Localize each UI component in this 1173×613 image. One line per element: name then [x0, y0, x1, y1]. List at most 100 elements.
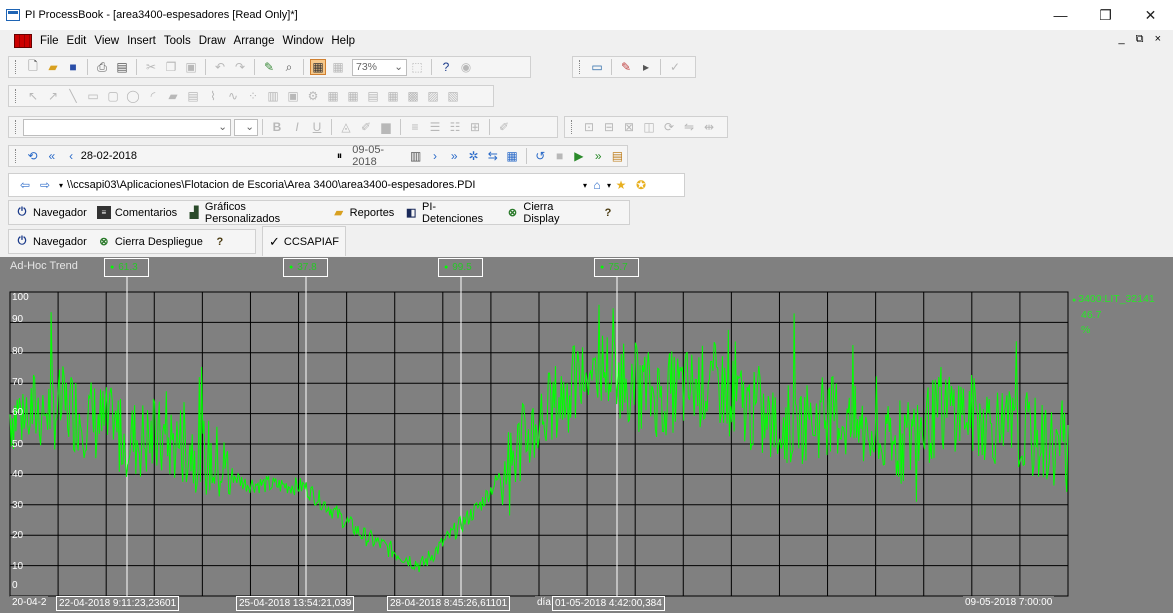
toolbar-grip[interactable] — [579, 60, 582, 74]
now-icon[interactable]: ✲ — [466, 148, 481, 164]
mdi-window-controls[interactable]: _ ⧉ × — [1118, 33, 1165, 46]
chart-wizard-icon[interactable]: ✎ — [618, 59, 634, 75]
link-cierra-despliegue[interactable]: ⊗ Cierra Despliegue — [97, 235, 203, 249]
select-arrow-icon[interactable]: ↖ — [25, 88, 41, 104]
cursor-value-4[interactable]: 75.7 — [594, 258, 639, 277]
help-link-2[interactable]: ? — [213, 235, 231, 248]
link-navegador-2[interactable]: ⏻ Navegador — [15, 235, 87, 248]
bold-icon[interactable]: B — [269, 119, 285, 135]
find-icon[interactable]: ⌕ — [281, 59, 297, 75]
ellipse-icon[interactable]: ◯ — [125, 88, 141, 104]
cut-icon[interactable]: ✂ — [143, 59, 159, 75]
print-icon[interactable]: ⎙ — [94, 59, 110, 75]
menu-tools[interactable]: Tools — [164, 35, 191, 47]
line-weight-icon[interactable]: ≡ — [407, 119, 423, 135]
trend-plot[interactable] — [0, 257, 1173, 613]
send-back-icon[interactable]: ◫ — [641, 119, 657, 135]
symbol-icon[interactable]: ⚙ — [305, 88, 321, 104]
tag-search-icon[interactable]: ✎ — [261, 59, 277, 75]
group-icon[interactable]: ⊡ — [581, 119, 597, 135]
end-time-field[interactable]: 09-05-2018 — [352, 144, 406, 168]
underline-icon[interactable]: U — [309, 119, 325, 135]
arrow-icon[interactable]: ↗ — [45, 88, 61, 104]
cursor-value-3[interactable]: 99.5 — [438, 258, 483, 277]
close-button[interactable]: ✕ — [1128, 0, 1173, 30]
trend-icon[interactable]: ∿ — [225, 88, 241, 104]
print-preview-icon[interactable]: ▤ — [114, 59, 130, 75]
align-objects-icon[interactable]: ⇹ — [701, 119, 717, 135]
line-icon[interactable]: ╲ — [65, 88, 81, 104]
toolbar-grip[interactable] — [15, 120, 18, 134]
zoom-fit-icon[interactable]: ⬚ — [409, 59, 425, 75]
record-icon[interactable]: ◉ — [458, 59, 474, 75]
xy-plot-icon[interactable]: ⁘ — [245, 88, 261, 104]
grid-icon[interactable]: ⊞ — [467, 119, 483, 135]
italic-icon[interactable]: I — [289, 119, 305, 135]
text-color-icon[interactable]: ▆ — [378, 119, 394, 135]
forward-icon[interactable]: › — [427, 148, 442, 164]
menu-draw[interactable]: Draw — [199, 35, 226, 47]
align-icon[interactable]: ☷ — [447, 119, 463, 135]
line-color-icon[interactable]: ✐ — [358, 119, 374, 135]
button-icon[interactable]: ▣ — [285, 88, 301, 104]
help-link[interactable]: ? — [601, 206, 619, 219]
ad-hoc-trend[interactable]: Ad-Hoc Trend 61.3 37.8 99.5 75.7 3400:LI… — [0, 257, 1173, 613]
font-size-select[interactable]: ⌄ — [234, 118, 258, 136]
paste-icon[interactable]: ▣ — [183, 59, 199, 75]
link-comentarios[interactable]: ≡ Comentarios — [96, 206, 177, 219]
link-cierra-display[interactable]: ⊗ Cierra Display — [506, 201, 591, 225]
run-mode-icon[interactable]: ▦ — [310, 59, 326, 75]
rotate-icon[interactable]: ⟳ — [661, 119, 677, 135]
toolbar-grip[interactable] — [15, 149, 18, 163]
undo-icon[interactable]: ↶ — [212, 59, 228, 75]
document-icon[interactable] — [14, 34, 32, 48]
rectangle-icon[interactable]: ▭ — [85, 88, 101, 104]
time-range-icon[interactable]: ⇆ — [485, 148, 500, 164]
back-far-icon[interactable]: « — [44, 148, 59, 164]
menu-arrange[interactable]: Arrange — [234, 35, 275, 47]
menu-help[interactable]: Help — [331, 35, 355, 47]
flip-icon[interactable]: ⇋ — [681, 119, 697, 135]
format-painter-icon[interactable]: ✐ — [496, 119, 512, 135]
cursor-value-1[interactable]: 61.3 — [104, 258, 149, 277]
maximize-button[interactable]: ❐ — [1083, 0, 1128, 30]
forward-far-icon[interactable]: » — [447, 148, 462, 164]
favorites-icon[interactable]: ★ — [613, 177, 629, 193]
check-icon[interactable]: ✓ — [667, 59, 683, 75]
back-arrow-icon[interactable]: ⇦ — [17, 177, 33, 193]
play-icon[interactable]: ▶ — [571, 148, 586, 164]
start-time-field[interactable]: 28-02-2018 — [81, 150, 291, 162]
ungroup-icon[interactable]: ⊟ — [601, 119, 617, 135]
cursor-value-2[interactable]: 37.8 — [283, 258, 328, 277]
update-icon[interactable]: ↺ — [533, 148, 548, 164]
link-graficos-personalizados[interactable]: ▟ Gráficos Personalizados — [187, 201, 321, 225]
display-icon[interactable]: ▭ — [589, 59, 605, 75]
add-favorite-icon[interactable]: ✪ — [633, 177, 649, 193]
menu-edit[interactable]: Edit — [67, 35, 87, 47]
bring-front-icon[interactable]: ⊠ — [621, 119, 637, 135]
toolbar-grip[interactable] — [15, 89, 18, 103]
value-icon[interactable]: ⌇ — [205, 88, 221, 104]
forward-arrow-icon[interactable]: ⇨ — [37, 177, 53, 193]
trend-legend[interactable]: 3400:LIT_32141 46.7 % — [1072, 292, 1154, 338]
menu-window[interactable]: Window — [282, 35, 323, 47]
link-pi-detenciones[interactable]: ◧ PI-Detenciones — [404, 201, 495, 225]
play-small-icon[interactable]: ▸ — [638, 59, 654, 75]
copy-icon[interactable]: ❐ — [163, 59, 179, 75]
menu-view[interactable]: View — [94, 35, 119, 47]
image-icon[interactable]: ▨ — [425, 88, 441, 104]
link-reportes[interactable]: ▰ Reportes — [332, 206, 394, 220]
home-dropdown-icon[interactable]: ▾ — [607, 181, 611, 190]
fast-forward-icon[interactable]: » — [591, 148, 606, 164]
home-icon[interactable]: ⌂ — [589, 177, 605, 193]
calendar-icon[interactable]: ▥ — [408, 148, 423, 164]
batch-icon[interactable]: ▤ — [365, 88, 381, 104]
back-icon[interactable]: ‹ — [63, 148, 78, 164]
line-style-icon[interactable]: ☰ — [427, 119, 443, 135]
save-icon[interactable]: ■ — [65, 59, 81, 75]
multistate-icon[interactable]: ▦ — [325, 88, 341, 104]
build-mode-icon[interactable]: ▦ — [330, 59, 346, 75]
open-folder-icon[interactable]: ▰ — [45, 59, 61, 75]
properties-icon[interactable]: ▤ — [610, 148, 625, 164]
rounded-rectangle-icon[interactable]: ▢ — [105, 88, 121, 104]
